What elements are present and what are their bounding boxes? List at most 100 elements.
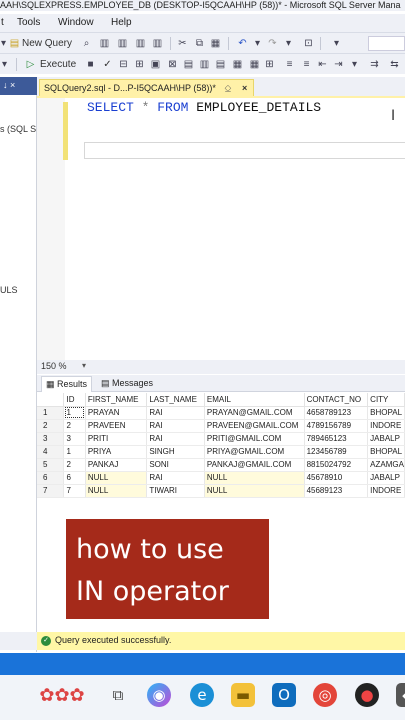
copy-icon[interactable]: ⧉ — [193, 37, 206, 50]
tab-messages[interactable]: ▤ Messages — [97, 376, 157, 392]
table-cell[interactable]: PRIYA@GMAIL.COM — [204, 445, 305, 459]
cancel-query-icon[interactable]: ■ — [84, 58, 97, 71]
column-header[interactable]: ID — [63, 393, 86, 407]
comment-icon[interactable]: ≡ — [283, 58, 296, 71]
zoom-level[interactable]: 150 % — [41, 361, 67, 371]
query-editor[interactable]: SELECT * FROM EMPLOYEE_DETAILS I — [37, 98, 405, 360]
table-cell[interactable]: SONI — [146, 458, 205, 472]
table-row[interactable]: 5 2 PANKAJ SONI PANKAJ@GMAIL.COM 8815024792 AZ… — [37, 458, 405, 472]
table-cell[interactable]: 8815024792 — [304, 458, 369, 472]
undo-dropdown-icon[interactable]: ▾ — [251, 37, 264, 50]
table-cell[interactable]: 789465123 — [304, 432, 369, 446]
table-row[interactable]: 6 6 NULL RAI NULL 45678910 JABALP — [37, 471, 405, 485]
new-query-button[interactable]: New Query — [22, 36, 72, 51]
tab-sqlquery2[interactable]: SQLQuery2.sql - D...P-I5QCAAH\HP (58))* … — [39, 79, 255, 97]
column-header[interactable]: CITY — [367, 393, 405, 407]
column-header[interactable]: LAST_NAME — [146, 393, 205, 407]
column-header[interactable]: FIRST_NAME — [85, 393, 148, 407]
redo-icon[interactable]: ↷ — [266, 37, 279, 50]
table-row[interactable]: 1 1 PRAYAN RAI PRAYAN@GMAIL.COM 4658789123 BHO… — [37, 406, 405, 420]
pin-close-icon[interactable]: ↓ × — [3, 80, 15, 90]
mdx-query-icon[interactable]: ▥ — [98, 37, 111, 50]
table-cell[interactable]: PRAYAN@GMAIL.COM — [204, 406, 305, 420]
table-cell[interactable]: PRIYA — [85, 445, 148, 459]
table-cell[interactable]: JABALP — [367, 432, 405, 446]
row-number[interactable]: 5 — [37, 458, 65, 472]
table-cell[interactable]: TIWARI — [146, 484, 205, 498]
dax-query-icon[interactable]: ▥ — [151, 37, 164, 50]
table-cell[interactable]: PANKAJ@GMAIL.COM — [204, 458, 305, 472]
table-cell[interactable]: RAI — [146, 432, 205, 446]
pin-icon[interactable]: ⎐ — [224, 83, 231, 93]
menu-item-window[interactable]: Window — [58, 14, 94, 32]
row-number[interactable]: 3 — [37, 432, 65, 446]
table-cell[interactable]: RAI — [146, 471, 205, 485]
intellisense-icon[interactable]: ▣ — [149, 58, 162, 71]
outlook-icon[interactable]: O — [272, 683, 296, 707]
table-cell[interactable]: NULL — [204, 471, 305, 485]
table-cell[interactable]: 4789156789 — [304, 419, 369, 433]
table-cell[interactable]: SINGH — [146, 445, 205, 459]
menu-item-edit[interactable]: t — [1, 14, 4, 32]
task-view-icon[interactable]: ⧉ — [106, 683, 130, 707]
table-cell[interactable]: PRAVEEN@GMAIL.COM — [204, 419, 305, 433]
find-input[interactable] — [368, 36, 405, 51]
table-row[interactable]: 2 2 PRAVEEN RAI PRAVEEN@GMAIL.COM 4789156789 I… — [37, 419, 405, 433]
table-cell[interactable]: PRAYAN — [85, 406, 148, 420]
table-cell[interactable]: 2 — [63, 419, 86, 433]
table-cell[interactable]: INDORE — [367, 484, 405, 498]
results-to-file-icon[interactable]: ▦ — [231, 58, 244, 71]
table-cell[interactable]: NULL — [204, 484, 305, 498]
redo-dropdown-icon[interactable]: ▾ — [282, 37, 295, 50]
display-plan-icon[interactable]: ⊟ — [117, 58, 130, 71]
undo-icon[interactable]: ↶ — [236, 37, 249, 50]
execute-button[interactable]: Execute — [40, 57, 76, 72]
table-cell[interactable]: PRAVEEN — [85, 419, 148, 433]
xmla-query-icon[interactable]: ▥ — [134, 37, 147, 50]
table-cell[interactable]: 7 — [63, 484, 86, 498]
table-cell[interactable]: 1 — [63, 406, 86, 420]
menu-item-help[interactable]: Help — [111, 14, 132, 32]
solution-explorer-icon[interactable]: ⊡ — [302, 37, 315, 50]
file-explorer-icon[interactable]: ▬ — [231, 683, 255, 707]
results-grid-icon[interactable]: ⊞ — [263, 58, 276, 71]
include-plan-icon[interactable]: ⊠ — [166, 58, 179, 71]
paste-icon[interactable]: ▦ — [209, 37, 222, 50]
tree-node[interactable]: ULS — [0, 285, 18, 295]
table-cell[interactable]: RAI — [146, 406, 205, 420]
row-header-corner[interactable] — [37, 393, 65, 407]
table-cell[interactable]: PRITI@GMAIL.COM — [204, 432, 305, 446]
table-row[interactable]: 7 7 NULL TIWARI NULL 45689123 INDORE — [37, 484, 405, 498]
row-number[interactable]: 4 — [37, 445, 65, 459]
toolbar-more-icon[interactable]: ▾ — [348, 58, 361, 71]
database-dropdown-icon[interactable]: ▾ — [0, 58, 11, 71]
zoom-dropdown-icon[interactable]: ▾ — [82, 361, 86, 370]
decrease-indent-icon[interactable]: ⇤ — [316, 58, 329, 71]
app-icon[interactable]: ● — [355, 683, 379, 707]
specify-values-icon[interactable]: ⇉ — [368, 58, 381, 71]
menu-item-tools[interactable]: Tools — [17, 14, 40, 32]
row-number[interactable]: 6 — [37, 471, 65, 485]
results-grid[interactable]: ID FIRST_NAME LAST_NAME EMAIL CONTACT_NO CITY… — [37, 393, 405, 505]
row-number[interactable]: 2 — [37, 419, 65, 433]
table-cell[interactable]: 45689123 — [304, 484, 369, 498]
column-header[interactable]: CONTACT_NO — [304, 393, 369, 407]
edge-icon[interactable]: e — [190, 683, 214, 707]
table-cell[interactable]: NULL — [85, 484, 148, 498]
close-tab-icon[interactable]: × — [242, 83, 247, 93]
find-dropdown-icon[interactable]: ▾ — [330, 37, 343, 50]
table-cell[interactable]: 45678910 — [304, 471, 369, 485]
chrome-icon[interactable]: ◎ — [313, 683, 337, 707]
table-cell[interactable]: PRITI — [85, 432, 148, 446]
table-cell[interactable]: RAI — [146, 419, 205, 433]
server-node[interactable]: s (SQL S — [0, 124, 36, 134]
table-cell[interactable]: 1 — [63, 445, 86, 459]
query-options-icon[interactable]: ⊞ — [133, 58, 146, 71]
table-cell[interactable]: INDORE — [367, 419, 405, 433]
app-icon-2[interactable]: ◆ — [396, 683, 405, 707]
table-cell[interactable]: AZAMGA — [367, 458, 405, 472]
live-stats-icon[interactable]: ▤ — [182, 58, 195, 71]
increase-indent-icon[interactable]: ⇥ — [332, 58, 345, 71]
table-row[interactable]: 4 1 PRIYA SINGH PRIYA@GMAIL.COM 123456789 BHOP… — [37, 445, 405, 459]
flowers-widget-icon[interactable]: ✿✿✿ — [36, 683, 88, 707]
